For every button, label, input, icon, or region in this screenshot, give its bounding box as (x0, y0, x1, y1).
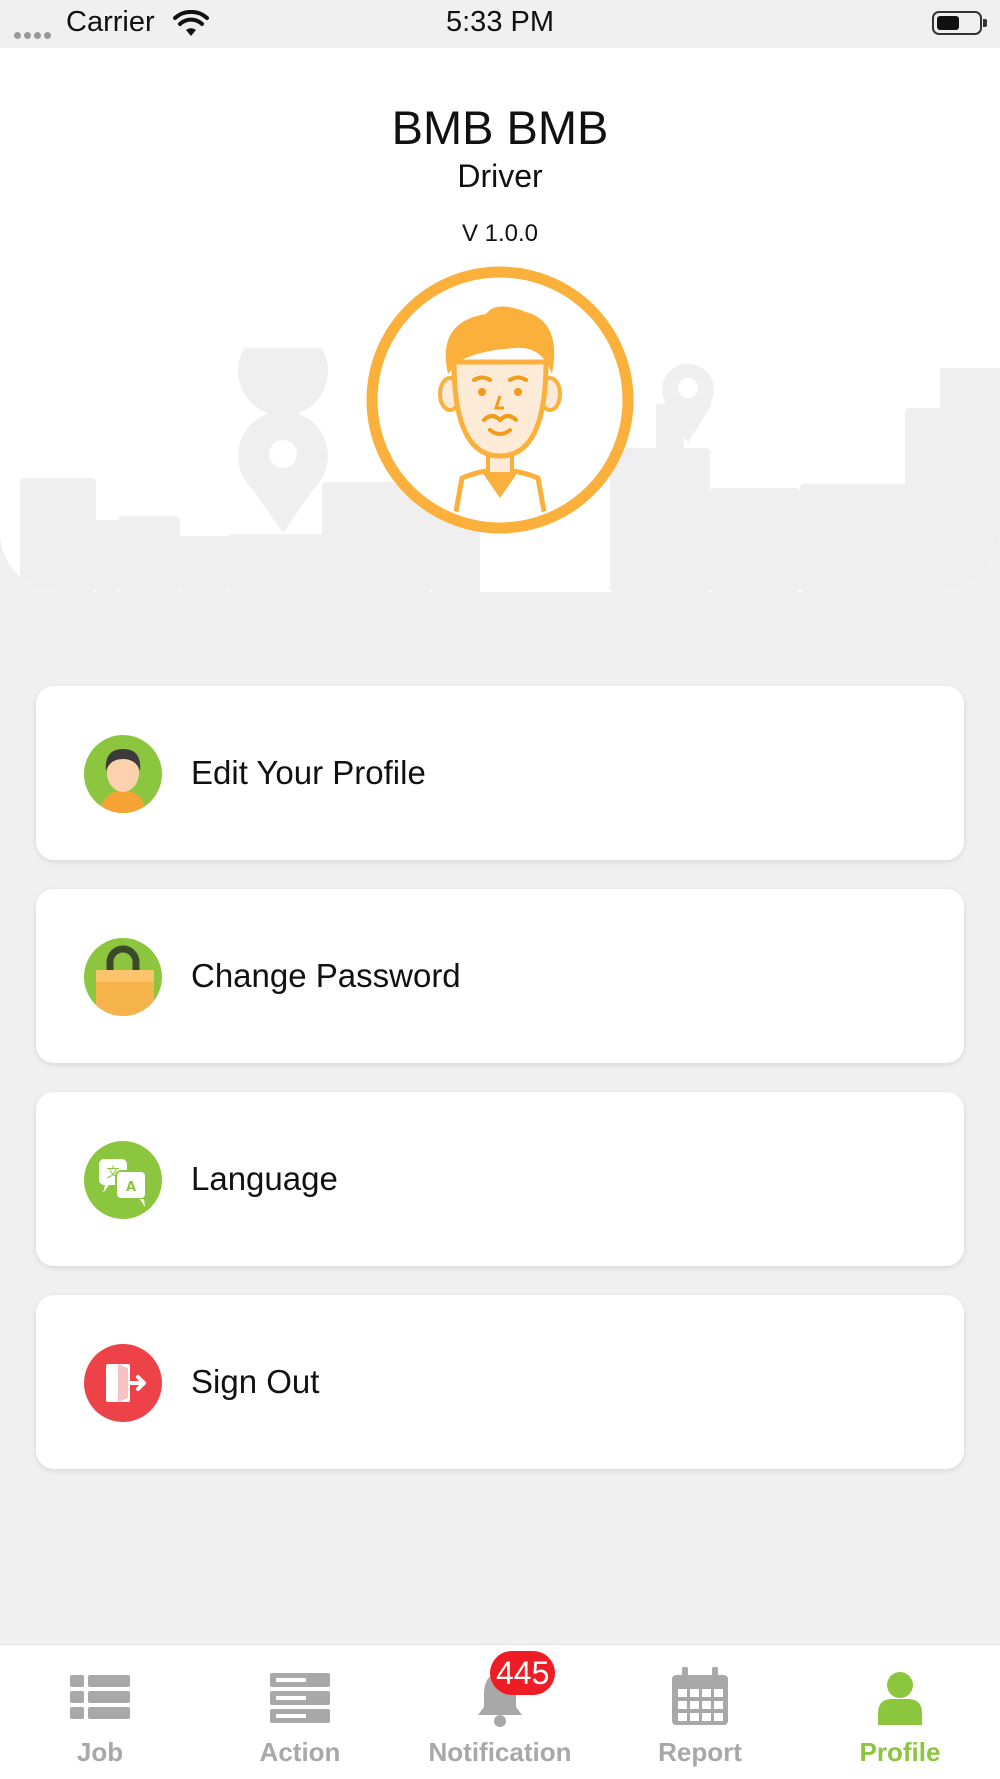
change-password-button[interactable]: Change Password (36, 889, 964, 1063)
sign-out-button[interactable]: Sign Out (36, 1295, 964, 1469)
tab-bar: Job Action Notification 445 Report Profi… (0, 1644, 1000, 1779)
language-button[interactable]: 文 A Language (36, 1092, 964, 1266)
status-bar: Carrier 5:33 PM (0, 0, 1000, 48)
profile-header: BMB BMB Driver V 1.0.0 (0, 48, 1000, 592)
tab-label: Action (259, 1737, 341, 1767)
edit-profile-button[interactable]: Edit Your Profile (36, 686, 964, 860)
tab-report[interactable]: Report (600, 1645, 800, 1779)
app-version: V 1.0.0 (461, 220, 539, 247)
battery-icon (932, 11, 987, 35)
tab-label: Profile (859, 1737, 941, 1767)
tab-label: Job (76, 1737, 124, 1767)
lock-icon (84, 938, 162, 1016)
menu-item-label: Change Password (191, 957, 461, 994)
user-role: Driver (457, 158, 543, 194)
clock: 5:33 PM (446, 6, 554, 38)
tab-profile[interactable]: Profile (800, 1645, 1000, 1779)
avatar[interactable] (366, 266, 634, 534)
user-name: BMB BMB (391, 101, 609, 154)
menu-item-label: Edit Your Profile (191, 754, 426, 791)
tab-job[interactable]: Job (0, 1645, 200, 1779)
notification-count-badge: 445 (490, 1651, 556, 1695)
user-face-icon (84, 735, 162, 813)
tab-label: Report (658, 1737, 742, 1767)
translate-icon: 文 A (84, 1141, 162, 1219)
list-icon (70, 1675, 130, 1719)
svg-text:A: A (126, 1180, 136, 1195)
calendar-icon (672, 1667, 728, 1725)
tab-label: Notification (428, 1737, 572, 1767)
menu-item-label: Sign Out (191, 1363, 320, 1400)
tab-action[interactable]: Action (200, 1645, 400, 1779)
person-icon (878, 1672, 922, 1725)
sign-out-icon (84, 1344, 162, 1422)
menu-item-label: Language (191, 1160, 338, 1197)
server-icon (270, 1673, 330, 1723)
